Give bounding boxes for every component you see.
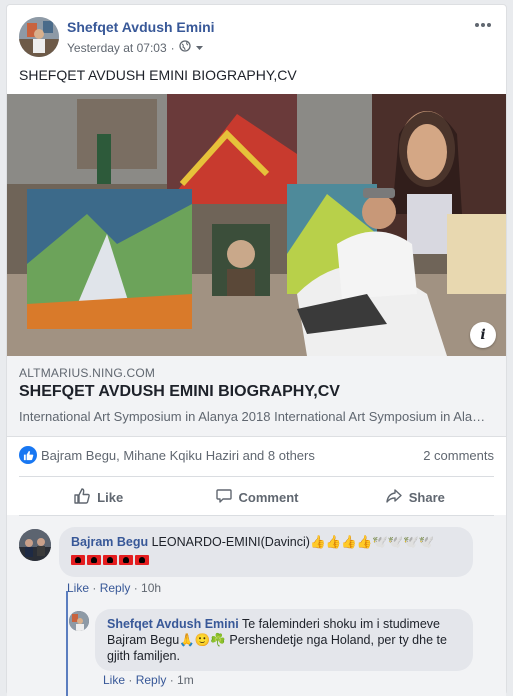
- albania-flag-icon: [119, 555, 133, 565]
- info-button[interactable]: i: [470, 322, 496, 348]
- comment-author[interactable]: Bajram Begu: [71, 535, 148, 549]
- like-reaction-icon[interactable]: [19, 446, 37, 464]
- post-timestamp[interactable]: Yesterday at 07:03: [67, 41, 167, 55]
- reply-like-link[interactable]: Like: [103, 673, 125, 687]
- reply-actions: Like · Reply · 1m: [103, 673, 194, 687]
- comment-text: LEONARDO-EMINI(Davinci)👍👍👍👍🕊️🕊️🕊️🕊️: [151, 535, 435, 549]
- divider: [19, 476, 494, 477]
- albania-flag-icon: [103, 555, 117, 565]
- reply-reply-link[interactable]: Reply: [136, 673, 167, 687]
- comment-time[interactable]: 10h: [141, 581, 161, 595]
- comments-section: Bajram Begu LEONARDO-EMINI(Davinci)👍👍👍👍🕊…: [7, 515, 506, 696]
- commenter-avatar[interactable]: [19, 529, 51, 561]
- author-avatar[interactable]: [19, 17, 59, 57]
- post-author-name[interactable]: Shefqet Avdush Emini: [67, 19, 215, 35]
- comment-reply-link[interactable]: Reply: [100, 581, 131, 595]
- comment-bubble: Bajram Begu LEONARDO-EMINI(Davinci)👍👍👍👍🕊…: [59, 527, 473, 577]
- share-label: Share: [408, 489, 445, 505]
- reply-thread-line: [66, 591, 68, 696]
- more-options-icon[interactable]: [472, 15, 494, 35]
- reactions-bar: Bajram Begu, Mihane Kqiku Haziri and 8 o…: [19, 445, 494, 467]
- like-label: Like: [97, 489, 124, 505]
- post-meta: Yesterday at 07:03 ·: [67, 40, 204, 55]
- reply-bubble: Shefqet Avdush Emini Te faleminderi shok…: [95, 609, 473, 671]
- meta-separator: ·: [170, 40, 175, 55]
- like-button[interactable]: Like: [19, 481, 177, 513]
- share-icon: [385, 487, 403, 508]
- reply-author-avatar[interactable]: [69, 611, 89, 631]
- action-bar: Like Comment Share: [19, 481, 494, 513]
- comment-like-link[interactable]: Like: [67, 581, 89, 595]
- studio-photo: [7, 94, 506, 356]
- link-domain: ALTMARIUS.NING.COM: [19, 366, 156, 380]
- post-text: SHEFQET AVDUSH EMINI BIOGRAPHY,CV: [19, 67, 297, 83]
- comment-icon: [215, 487, 233, 508]
- albania-flag-icon: [135, 555, 149, 565]
- post-card: Shefqet Avdush Emini Yesterday at 07:03 …: [6, 4, 507, 696]
- reply-author[interactable]: Shefqet Avdush Emini: [107, 617, 239, 631]
- link-description: International Art Symposium in Alanya 20…: [19, 409, 489, 424]
- reactors-list[interactable]: Bajram Begu, Mihane Kqiku Haziri and 8 o…: [41, 448, 315, 463]
- comment-button[interactable]: Comment: [177, 481, 335, 513]
- share-button[interactable]: Share: [336, 481, 494, 513]
- comment-actions: Like · Reply · 10h: [67, 581, 162, 595]
- globe-icon[interactable]: [178, 40, 191, 55]
- thumbs-up-icon: [73, 487, 91, 508]
- link-preview-image[interactable]: i: [7, 94, 506, 356]
- divider: [19, 515, 494, 516]
- comments-count[interactable]: 2 comments: [423, 448, 494, 463]
- reply-time[interactable]: 1m: [177, 673, 194, 687]
- albania-flag-icon: [71, 555, 85, 565]
- comment-label: Comment: [238, 489, 299, 505]
- albanian-flags: [71, 552, 461, 568]
- albania-flag-icon: [87, 555, 101, 565]
- link-title[interactable]: SHEFQET AVDUSH EMINI BIOGRAPHY,CV: [19, 383, 340, 401]
- post-header: Shefqet Avdush Emini Yesterday at 07:03 …: [19, 17, 494, 61]
- link-preview[interactable]: ALTMARIUS.NING.COM SHEFQET AVDUSH EMINI …: [7, 356, 506, 437]
- privacy-dropdown-icon[interactable]: [195, 41, 204, 55]
